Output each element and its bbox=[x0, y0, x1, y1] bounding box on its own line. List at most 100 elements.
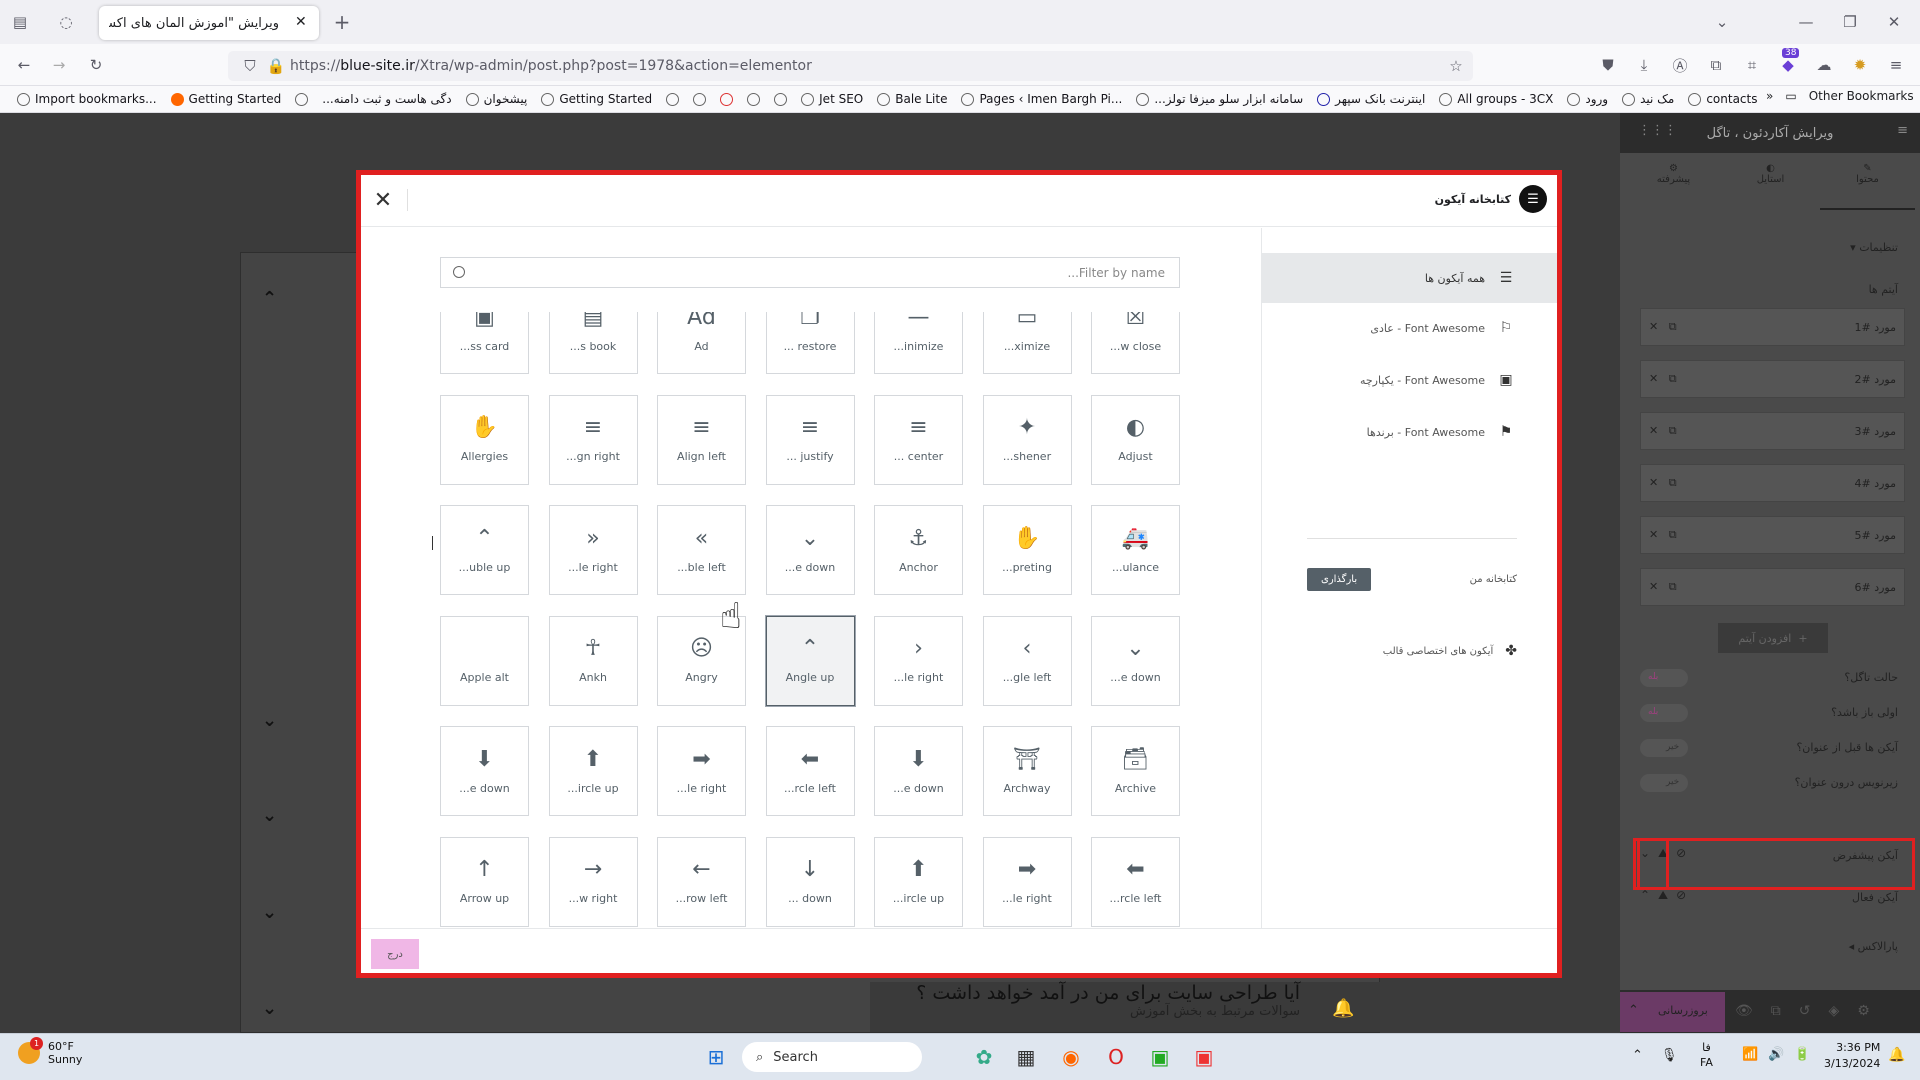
bookmark-item[interactable]: اینترنت بانک سپهر bbox=[1310, 92, 1432, 106]
icon-tile[interactable]: ▣ ...ss card bbox=[440, 312, 529, 374]
other-bookmarks[interactable]: » ▭ Other Bookmarks bbox=[1766, 89, 1914, 103]
tab-advanced[interactable]: ⚙ پیشرفته bbox=[1626, 163, 1721, 185]
icon-tile[interactable]: ➡ ...le right bbox=[657, 726, 746, 816]
upload-button[interactable]: بارگذاری bbox=[1307, 568, 1372, 591]
icon-tile[interactable]: → ...w right bbox=[548, 836, 638, 927]
lock-icon[interactable]: 🔒 bbox=[262, 52, 290, 80]
icon-tile[interactable]: ↓ ... down bbox=[765, 836, 855, 927]
add-item-button[interactable]: + افزودن آیتم bbox=[1718, 623, 1828, 653]
chevron-up-icon[interactable]: ⌃ bbox=[262, 288, 277, 309]
copilot-icon[interactable]: ✿ bbox=[968, 1041, 1000, 1073]
bookmark-item[interactable] bbox=[713, 92, 740, 106]
repeater-item[interactable]: مورد #1 ⧉ ✕ bbox=[1640, 308, 1905, 346]
category-brands[interactable]: ⚑ Font Awesome - برندها bbox=[1261, 407, 1557, 457]
taskbar-search[interactable]: ⌕ Search bbox=[742, 1042, 922, 1072]
window-close-icon[interactable]: ✕ bbox=[1880, 8, 1908, 36]
icon-tile[interactable]: ❐ ... restore bbox=[765, 312, 855, 374]
repeater-item[interactable]: مورد #3 ⧉ ✕ bbox=[1640, 412, 1905, 450]
clock[interactable]: 3:36 PM 3/13/2024 bbox=[1824, 1040, 1880, 1072]
double-chevron-down-icon[interactable]: ⌄ bbox=[262, 902, 277, 923]
double-chevron-down-icon[interactable]: ⌄ bbox=[262, 805, 277, 826]
tab-list-icon[interactable]: ▤ bbox=[6, 8, 34, 36]
tray-icons[interactable]: ⌃🎙 bbox=[1632, 1048, 1695, 1063]
icon-tile[interactable]: ↑ Arrow up bbox=[440, 836, 529, 927]
icon-tile[interactable]: ✋ Allergies bbox=[440, 394, 529, 485]
icon-tile[interactable]: ✋ ...preting bbox=[982, 505, 1072, 595]
crop-icon[interactable]: ⌗ bbox=[1738, 51, 1766, 79]
item-actions[interactable]: ⧉ ✕ bbox=[1649, 580, 1677, 594]
icon-tile[interactable]: ⬅ ...rcle left bbox=[1091, 836, 1180, 927]
bookmark-item[interactable]: Jet SEO bbox=[794, 92, 870, 106]
chevron-down-icon[interactable]: ⌄ bbox=[1708, 8, 1736, 36]
update-button[interactable]: ⌃ بروزرسانی bbox=[1620, 992, 1725, 1032]
icon-tile[interactable]: ≡ ... justify bbox=[765, 394, 855, 485]
bookmark-item[interactable]: All groups - 3CX bbox=[1432, 92, 1560, 106]
icon-tile[interactable]: › ...le right bbox=[874, 615, 963, 706]
icon-tile[interactable]: ◐ Adjust bbox=[1091, 394, 1180, 485]
bookmark-item[interactable]: Import bookmarks... bbox=[10, 92, 164, 106]
tab-style[interactable]: ◐ استایل bbox=[1723, 163, 1818, 185]
icon-tile[interactable]: ☒ ...w close bbox=[1091, 312, 1180, 374]
bookmark-item[interactable]: ...سامانه ابزار سلو میزفا تولز bbox=[1129, 92, 1310, 106]
icon-tile[interactable]: ➡ ...le right bbox=[982, 836, 1072, 927]
bookmark-item[interactable]: ...دگی هاست و ثبت دامنه bbox=[315, 92, 458, 106]
icon-tile[interactable]: ⬇ ...e down bbox=[874, 726, 963, 816]
repeater-item[interactable]: مورد #4 ⧉ ✕ bbox=[1640, 464, 1905, 502]
bookmark-item[interactable]: Getting Started bbox=[534, 92, 659, 106]
chevron-up-icon[interactable]: ⌃ bbox=[1628, 1003, 1639, 1018]
icon-tile[interactable]: 🚑 ...ulance bbox=[1091, 505, 1180, 595]
system-tray-icons[interactable]: 📶🔊🔋 bbox=[1742, 1047, 1821, 1062]
file-explorer-icon[interactable]: ▦ bbox=[1010, 1041, 1042, 1073]
category-solid[interactable]: ▣ Font Awesome - یکپارچه bbox=[1261, 355, 1557, 405]
icon-tile[interactable]: 🗃 Archive bbox=[1091, 726, 1180, 816]
bookmark-item[interactable] bbox=[288, 92, 315, 106]
windows-start-icon[interactable]: ⊞ bbox=[700, 1041, 732, 1073]
bookmark-star-icon[interactable]: ☆ bbox=[1442, 52, 1470, 80]
tab-content[interactable]: ✎ محتوا bbox=[1820, 163, 1915, 185]
icon-tile[interactable]: ⛩ Archway bbox=[982, 726, 1072, 816]
icon-tile[interactable]: — ...inimize bbox=[874, 312, 963, 374]
opera-icon[interactable]: O bbox=[1100, 1041, 1132, 1073]
forward-icon[interactable]: → bbox=[45, 51, 73, 79]
icon-tile[interactable]: ‹ ...gle left bbox=[982, 615, 1072, 706]
pocket-icon[interactable]: ⛊ bbox=[1594, 51, 1622, 79]
icon-tile[interactable]: » ...le right bbox=[548, 505, 638, 595]
reload-icon[interactable]: ↻ bbox=[82, 51, 110, 79]
active-tab[interactable]: ویرایش "آموزش المان های اکسترا – ... ✕ bbox=[99, 6, 319, 40]
bookmark-item[interactable] bbox=[686, 92, 713, 106]
bookmark-item[interactable]: ورود bbox=[1560, 92, 1615, 106]
bookmark-item[interactable]: پیشخوان bbox=[459, 92, 535, 106]
toggle-switch[interactable]: خیر bbox=[1640, 774, 1688, 792]
category-custom[interactable]: ✤ آیکون های اختصاصی قالب bbox=[1383, 643, 1517, 659]
account-icon[interactable]: Ⓐ bbox=[1666, 51, 1694, 79]
toggle-switch[interactable]: خیر bbox=[1640, 739, 1688, 757]
bookmark-item[interactable] bbox=[659, 92, 686, 106]
icon-tile[interactable]: ⌃ Angle up bbox=[765, 615, 855, 706]
back-icon[interactable]: ← bbox=[10, 51, 38, 79]
item-actions[interactable]: ⧉ ✕ bbox=[1649, 528, 1677, 542]
icon-tile[interactable]: Ad Ad bbox=[657, 312, 746, 374]
grid-icon[interactable]: ⋮⋮⋮ bbox=[1638, 123, 1677, 138]
icon-tile[interactable]: Apple alt bbox=[440, 615, 529, 706]
download-icon[interactable]: ⤓ bbox=[1630, 51, 1658, 79]
active-icon-picker[interactable]: ⌃⛰⊘ bbox=[1640, 888, 1694, 903]
icon-tile[interactable]: ← ...row left bbox=[657, 836, 746, 927]
hamburger-icon[interactable]: ≡ bbox=[1897, 123, 1908, 138]
double-chevron-down-icon[interactable]: ⌄ bbox=[262, 998, 277, 1019]
icon-tile[interactable]: ⌃ ...uble up bbox=[440, 505, 529, 595]
bookmark-item[interactable] bbox=[740, 92, 767, 106]
repeater-item[interactable]: مورد #2 ⧉ ✕ bbox=[1640, 360, 1905, 398]
icon-search-input[interactable]: Filter by name... bbox=[440, 257, 1180, 288]
icon-tile[interactable]: ≡ Align left bbox=[657, 394, 746, 485]
menu-icon[interactable]: ≡ bbox=[1882, 51, 1910, 79]
icon-tile[interactable]: « ...ble left bbox=[657, 505, 746, 595]
icon-tile[interactable]: ⬇ ...e down bbox=[440, 726, 529, 816]
toggle-switch[interactable]: بله bbox=[1640, 669, 1688, 687]
icon-tile[interactable]: ⬆ ...ircle up bbox=[874, 836, 963, 927]
bookmark-item[interactable]: Getting Started bbox=[164, 92, 289, 106]
repeater-item[interactable]: مورد #6 ⧉ ✕ bbox=[1640, 568, 1905, 606]
firefox-icon[interactable]: ◉ bbox=[1055, 1041, 1087, 1073]
repeater-item[interactable]: مورد #5 ⧉ ✕ bbox=[1640, 516, 1905, 554]
notification-icon[interactable]: 🔔 bbox=[1888, 1047, 1905, 1063]
item-actions[interactable]: ⧉ ✕ bbox=[1649, 476, 1677, 490]
